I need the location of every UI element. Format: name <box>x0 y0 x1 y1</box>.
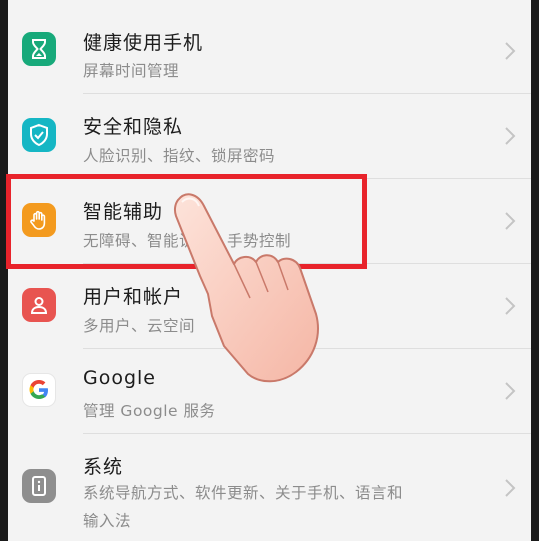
chevron-right-icon <box>505 212 516 230</box>
user-icon <box>22 288 56 322</box>
item-title: 安全和隐私 <box>83 116 184 138</box>
item-subtitle: 人脸识别、指纹、锁屏密码 <box>83 147 276 165</box>
shield-check-icon <box>22 118 56 152</box>
item-subtitle: 管理 Google 服务 <box>83 402 216 420</box>
settings-item-smart-assistance[interactable]: 智能辅助 无障碍、智能识屏、手势控制 <box>8 179 531 263</box>
hourglass-icon <box>22 32 56 66</box>
item-subtitle: 系统导航方式、软件更新、关于手机、语言和 <box>83 484 404 502</box>
item-title: 智能辅助 <box>83 201 164 223</box>
chevron-right-icon <box>505 297 516 315</box>
chevron-right-icon <box>505 127 516 145</box>
item-title: 用户和帐户 <box>83 286 184 308</box>
info-icon <box>22 469 56 503</box>
item-title: Google <box>83 367 157 389</box>
chevron-right-icon <box>505 42 516 60</box>
google-icon <box>22 373 56 407</box>
item-title: 健康使用手机 <box>83 32 204 54</box>
settings-item-security-privacy[interactable]: 安全和隐私 人脸识别、指纹、锁屏密码 <box>8 94 531 178</box>
item-title: 系统 <box>83 456 124 478</box>
hand-icon <box>22 203 56 237</box>
item-subtitle-line2: 输入法 <box>83 512 132 530</box>
settings-item-users-accounts[interactable]: 用户和帐户 多用户、云空间 <box>8 264 531 348</box>
item-subtitle: 屏幕时间管理 <box>83 62 180 80</box>
item-subtitle: 无障碍、智能识屏、手势控制 <box>83 232 292 250</box>
settings-screen: 健康使用手机 屏幕时间管理 安全和隐私 人脸识别、指纹、锁屏密码 智能辅助 无障… <box>8 0 531 541</box>
settings-item-google[interactable]: Google 管理 Google 服务 <box>8 349 531 433</box>
chevron-right-icon <box>505 479 516 497</box>
item-subtitle: 多用户、云空间 <box>83 317 196 335</box>
chevron-right-icon <box>505 382 516 400</box>
settings-item-digital-balance[interactable]: 健康使用手机 屏幕时间管理 <box>8 12 531 90</box>
settings-item-system[interactable]: 系统 系统导航方式、软件更新、关于手机、语言和 输入法 <box>8 434 531 541</box>
